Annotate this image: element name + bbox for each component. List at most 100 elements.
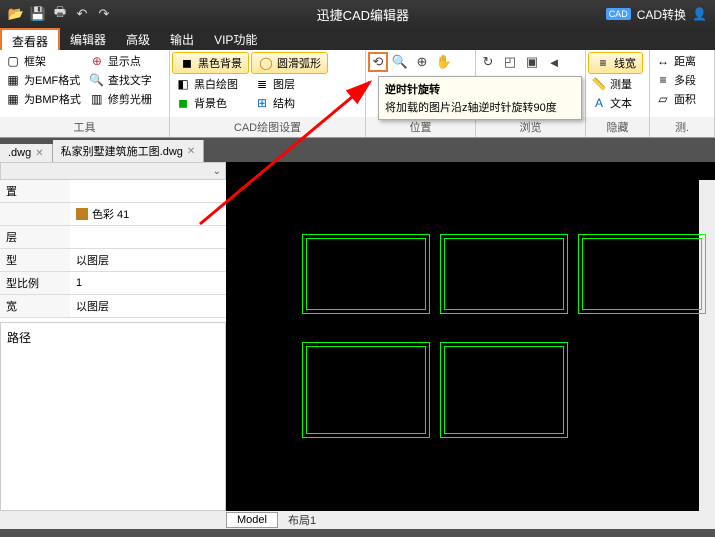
structure-label: 结构: [273, 95, 295, 111]
arc-icon: ◯: [258, 55, 274, 71]
titlebar-right: CAD CAD转换 👤: [606, 6, 715, 23]
side-panel: ⌄ 置 色彩 41 层 型以图层 型比例1 宽以图层 路径: [0, 162, 226, 511]
bgcolor-label: 背景色: [194, 95, 227, 111]
prop-value[interactable]: [70, 180, 226, 202]
prop-value[interactable]: 1: [70, 272, 226, 294]
chevron-down-icon[interactable]: ⌄: [213, 166, 221, 177]
layer-button[interactable]: ≣图层: [251, 75, 328, 93]
text-button[interactable]: A文本: [588, 94, 643, 112]
property-grid: 置 色彩 41 层 型以图层 型比例1 宽以图层: [0, 180, 226, 318]
layout-tab[interactable]: 布局1: [278, 511, 326, 529]
layer-icon: ≣: [254, 76, 270, 92]
smootharc-label: 圆滑弧形: [277, 55, 321, 71]
file-tab-2[interactable]: 私家别墅建筑施工图.dwg ✕: [53, 140, 205, 162]
bgcolor-button[interactable]: ◼背景色: [172, 94, 249, 112]
structure-button[interactable]: ⊞结构: [251, 94, 328, 112]
blackbg-icon: ◼: [179, 55, 195, 71]
text-label: 文本: [610, 95, 632, 111]
blackbg-label: 黑色背景: [198, 55, 242, 71]
rotate-ccw-button[interactable]: ⟲: [368, 52, 388, 72]
prop-key: 型: [0, 249, 70, 271]
smootharc-button[interactable]: ◯圆滑弧形: [251, 52, 328, 74]
drawing-thumb: [578, 234, 706, 314]
tooltip-title: 逆时针旋转: [385, 81, 575, 97]
tab-advanced[interactable]: 高级: [116, 28, 160, 50]
ruler-icon: 📏: [591, 76, 607, 92]
open-icon[interactable]: 📂: [6, 4, 26, 24]
showpoint-button[interactable]: ⊕显示点: [86, 52, 155, 70]
zoom-button[interactable]: 🔍: [390, 52, 410, 72]
prop-value[interactable]: [70, 226, 226, 248]
prop-value-color[interactable]: 色彩 41: [70, 203, 226, 225]
multi-label: 多段: [674, 72, 696, 88]
blackbg-button[interactable]: ◼黑色背景: [172, 52, 249, 74]
linewidth-button[interactable]: ≡线宽: [588, 52, 643, 74]
ribbon-group-caddraw: ◼黑色背景 ◧黑白绘图 ◼背景色 ◯圆滑弧形 ≣图层 ⊞结构 CAD绘图设置: [170, 50, 366, 137]
prop-key: 型比例: [0, 272, 70, 294]
model-tab[interactable]: Model: [226, 512, 278, 528]
undo-icon[interactable]: ↶: [72, 4, 92, 24]
linewidth-icon: ≡: [595, 55, 611, 71]
vertical-scrollbar[interactable]: [699, 180, 715, 511]
tab-editor[interactable]: 编辑器: [60, 28, 116, 50]
print-icon[interactable]: 🖶: [50, 4, 70, 24]
ribbon-group-hide: ≡线宽 📏测量 A文本 隐藏: [586, 50, 650, 137]
frame-button[interactable]: ▢框架: [2, 52, 84, 70]
emf-button[interactable]: ▦为EMF格式: [2, 71, 84, 89]
frame-label: 框架: [24, 53, 46, 69]
layer-label: 图层: [273, 76, 295, 92]
close-icon[interactable]: ✕: [187, 146, 195, 157]
close-icon[interactable]: ✕: [35, 148, 43, 159]
pan-button[interactable]: ✋: [434, 52, 454, 72]
emf-label: 为EMF格式: [24, 72, 80, 88]
bw-icon: ◧: [175, 76, 191, 92]
point-icon: ⊕: [89, 53, 105, 69]
file-tab-2-label: 私家别墅建筑施工图.dwg: [61, 143, 183, 159]
prop-row: 型比例1: [0, 272, 226, 295]
cad-badge-icon: CAD: [606, 8, 631, 20]
group-label-view: 浏览: [476, 117, 585, 137]
file-tab-1[interactable]: .dwg✕: [0, 144, 53, 162]
trim-icon: ▥: [89, 91, 105, 107]
tab-viewer[interactable]: 查看器: [0, 28, 60, 50]
panel-header: ⌄: [0, 162, 226, 180]
distance-button[interactable]: ↔距离: [652, 52, 699, 70]
tooltip: 逆时针旋转 将加载的图片沿z轴逆时针旋转90度: [378, 76, 582, 120]
frame-icon: ▢: [5, 53, 21, 69]
bmp-label: 为BMP格式: [24, 91, 81, 107]
prop-value[interactable]: 以图层: [70, 249, 226, 271]
refresh-button[interactable]: ↻: [478, 52, 498, 72]
multi-button[interactable]: ≡多段: [652, 71, 699, 89]
bmp-button[interactable]: ▦为BMP格式: [2, 90, 84, 108]
zoom-extent-button[interactable]: ⊕: [412, 52, 432, 72]
fit-button[interactable]: ◰: [500, 52, 520, 72]
menubar: 查看器 编辑器 高级 输出 VIP功能: [0, 28, 715, 50]
user-icon[interactable]: 👤: [692, 7, 707, 21]
prop-key: 置: [0, 180, 70, 202]
bwdraw-label: 黑白绘图: [194, 76, 238, 92]
findtext-button[interactable]: 🔍查找文字: [86, 71, 155, 89]
measure-button[interactable]: 📏测量: [588, 75, 643, 93]
trim-button[interactable]: ▥修剪光栅: [86, 90, 155, 108]
drawing-thumb: [440, 342, 568, 438]
redo-icon[interactable]: ↷: [94, 4, 114, 24]
linewidth-label: 线宽: [614, 55, 636, 71]
color-swatch-icon: [76, 208, 88, 220]
search-icon: 🔍: [89, 72, 105, 88]
prop-value[interactable]: 以图层: [70, 295, 226, 317]
area-button[interactable]: ▱面积: [652, 90, 699, 108]
prop-row: 色彩 41: [0, 203, 226, 226]
area-label: 面积: [674, 91, 696, 107]
drawing-canvas[interactable]: [226, 162, 715, 511]
prev-view-button[interactable]: ◄: [544, 52, 564, 72]
app-title: 迅捷CAD编辑器: [120, 5, 606, 24]
ribbon-group-tools: ▢框架 ▦为EMF格式 ▦为BMP格式 ⊕显示点 🔍查找文字 ▥修剪光栅 工具: [0, 50, 170, 137]
window-button[interactable]: ▣: [522, 52, 542, 72]
cad-convert-button[interactable]: CAD转换: [637, 6, 686, 23]
bwdraw-button[interactable]: ◧黑白绘图: [172, 75, 249, 93]
save-icon[interactable]: 💾: [28, 4, 48, 24]
tab-vip[interactable]: VIP功能: [204, 28, 267, 50]
trim-label: 修剪光栅: [108, 91, 152, 107]
tooltip-body: 将加载的图片沿z轴逆时针旋转90度: [385, 99, 575, 115]
tab-output[interactable]: 输出: [160, 28, 204, 50]
